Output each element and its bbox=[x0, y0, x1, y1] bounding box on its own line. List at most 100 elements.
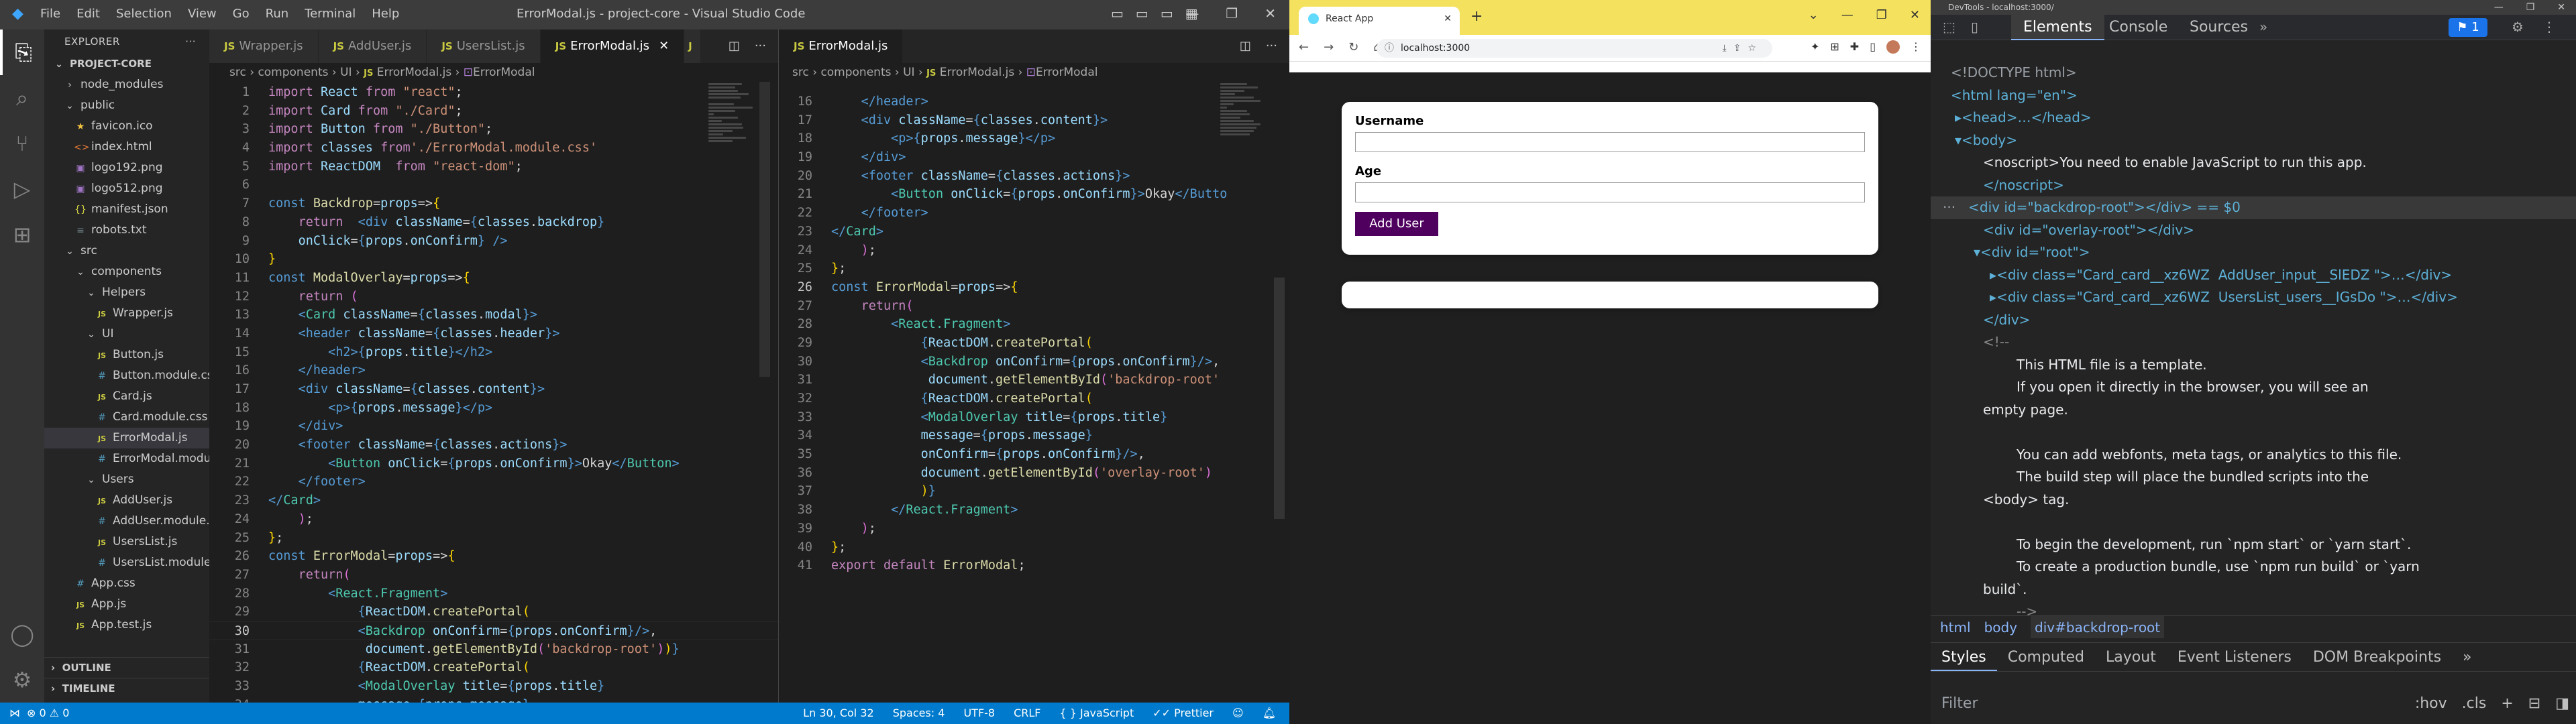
scrollbar-left[interactable] bbox=[759, 82, 770, 377]
breadcrumb-item[interactable]: ErrorModal.js bbox=[377, 66, 451, 79]
breadcrumb-item[interactable]: src bbox=[229, 66, 246, 79]
address-bar[interactable]: ⓘ localhost:3000 ⤓⇪☆ bbox=[1377, 39, 1772, 58]
extension-icon[interactable]: ⊞ bbox=[1830, 40, 1839, 54]
explorer-icon[interactable]: ⎘ bbox=[0, 29, 44, 75]
split-editor-icon[interactable]: ◫ bbox=[729, 29, 740, 63]
toggle-panel-icon[interactable]: ▭ bbox=[1136, 5, 1148, 21]
menu-view[interactable]: View bbox=[188, 7, 217, 21]
more-tabs-icon[interactable]: » bbox=[2259, 19, 2267, 35]
breadcrumb-item[interactable]: ErrorModal bbox=[1036, 66, 1097, 79]
menu-help[interactable]: Help bbox=[372, 7, 399, 21]
run-debug-icon[interactable]: ▷ bbox=[0, 166, 44, 212]
account-icon[interactable]: ◯ bbox=[0, 611, 44, 657]
tree-folder[interactable]: ⌄ components bbox=[44, 261, 209, 282]
menu-edit[interactable]: Edit bbox=[76, 7, 100, 21]
breadcrumb-item[interactable]: ErrorModal.js bbox=[940, 66, 1014, 79]
extensions-icon[interactable]: ⊞ bbox=[0, 212, 44, 257]
tree-file[interactable]: JS App.js bbox=[44, 594, 209, 615]
tree-file[interactable]: ▣ logo512.png bbox=[44, 178, 209, 199]
subtab-dom-breakpoints[interactable]: DOM Breakpoints bbox=[2302, 643, 2452, 671]
tree-file[interactable]: JS Card.js bbox=[44, 386, 209, 407]
breadcrumb-item[interactable]: components bbox=[258, 66, 328, 79]
restore-icon[interactable]: ❐ bbox=[2526, 0, 2535, 15]
tree-folder[interactable]: › node_modules bbox=[44, 74, 209, 95]
subtab-computed[interactable]: Computed bbox=[1997, 643, 2095, 671]
new-style-rule-button[interactable]: + bbox=[2501, 684, 2513, 724]
tab-adduser-js[interactable]: JS AddUser.js bbox=[318, 29, 427, 63]
end-of-line[interactable]: CRLF bbox=[1014, 703, 1040, 724]
minimize-icon[interactable]: — bbox=[2494, 0, 2504, 15]
menu-file[interactable]: File bbox=[40, 7, 60, 21]
source-control-icon[interactable]: ⑂ bbox=[0, 121, 44, 166]
cls-toggle[interactable]: .cls bbox=[2462, 684, 2487, 724]
dom-node[interactable]: <div id="overlay-root"></div> bbox=[1931, 219, 2576, 242]
menu-selection[interactable]: Selection bbox=[116, 7, 172, 21]
add-user-button[interactable]: Add User bbox=[1355, 212, 1438, 236]
styles-filter-input[interactable]: Filter bbox=[1941, 695, 1978, 712]
menu-go[interactable]: Go bbox=[233, 7, 250, 21]
more-actions-icon[interactable]: ··· bbox=[755, 29, 766, 63]
tree-file[interactable]: {} manifest.json bbox=[44, 199, 209, 220]
restore-icon[interactable]: ❐ bbox=[1876, 8, 1887, 22]
sidepanel-icon[interactable]: ▯ bbox=[1870, 40, 1876, 54]
tab-elements[interactable]: Elements bbox=[2011, 15, 2104, 40]
indentation[interactable]: Spaces: 4 bbox=[893, 703, 945, 724]
dom-node-selected[interactable]: ··· <div id="backdrop-root"></div> == $0 bbox=[1931, 196, 2576, 219]
tab-console[interactable]: Console bbox=[2097, 15, 2180, 40]
more-subtabs-icon[interactable]: » bbox=[2452, 643, 2482, 671]
tab-errormodal-js-right[interactable]: JS ErrorModal.js bbox=[779, 29, 904, 63]
notifications-bell-icon[interactable]: 🔔︎ bbox=[1263, 703, 1276, 724]
tree-file[interactable]: JS UsersList.js bbox=[44, 532, 209, 552]
subtab-event-listeners[interactable]: Event Listeners bbox=[2167, 643, 2302, 671]
tree-file[interactable]: ▣ logo192.png bbox=[44, 158, 209, 178]
dom-comment[interactable]: <!-- bbox=[1931, 331, 2576, 354]
profile-avatar[interactable] bbox=[1886, 40, 1900, 54]
subtab-layout[interactable]: Layout bbox=[2095, 643, 2167, 671]
code-editor-left[interactable]: 1 import React from "react"; 2 import Card… bbox=[209, 82, 778, 703]
inspect-element-icon[interactable]: ⬚ bbox=[1943, 19, 1955, 35]
settings-gear-icon[interactable]: ⚙ bbox=[0, 657, 44, 703]
tree-file[interactable]: JS Wrapper.js bbox=[44, 303, 209, 324]
search-icon[interactable]: ⌕ bbox=[0, 75, 44, 121]
tree-file[interactable]: ★ favicon.ico bbox=[44, 116, 209, 137]
encoding[interactable]: UTF-8 bbox=[963, 703, 995, 724]
breadcrumb-item[interactable]: UI bbox=[340, 66, 352, 79]
breadcrumb-item[interactable]: src bbox=[792, 66, 809, 79]
feedback-icon[interactable]: ☺ bbox=[1232, 703, 1244, 724]
address-bar-icons[interactable]: ⤓⇪☆ bbox=[1723, 39, 1763, 58]
remote-icon[interactable]: ⋈ bbox=[9, 703, 20, 724]
minimap-right[interactable] bbox=[1220, 82, 1281, 176]
reload-icon[interactable]: ↻ bbox=[1348, 40, 1358, 54]
more-actions-icon[interactable]: ··· bbox=[185, 29, 196, 54]
more-actions-icon[interactable]: ··· bbox=[1266, 29, 1277, 63]
tree-file[interactable]: # AddUser.module.... bbox=[44, 511, 209, 532]
tab-search-icon[interactable]: ⌄ bbox=[1809, 8, 1819, 22]
close-tab-icon[interactable]: ✕ bbox=[659, 39, 669, 53]
tree-file[interactable]: # ErrorModal.modu... bbox=[44, 448, 209, 469]
close-icon[interactable]: ✕ bbox=[2557, 0, 2565, 15]
close-icon[interactable]: ✕ bbox=[1265, 5, 1276, 21]
tree-file[interactable]: JS Button.js bbox=[44, 345, 209, 365]
toggle-secondary-sidebar-icon[interactable]: ▭ bbox=[1161, 5, 1173, 21]
extension-icon[interactable]: ✦ bbox=[1811, 40, 1819, 54]
username-input[interactable] bbox=[1355, 132, 1865, 152]
crumb-body[interactable]: body bbox=[1984, 616, 2017, 638]
scrollbar-right[interactable] bbox=[1274, 278, 1285, 519]
tree-file[interactable]: <> index.html bbox=[44, 137, 209, 158]
forward-icon[interactable]: → bbox=[1324, 40, 1334, 54]
crumb-backdrop-root[interactable]: div#backdrop-root bbox=[2031, 616, 2165, 638]
dom-node[interactable]: ▾<div id="root"> bbox=[1931, 241, 2576, 264]
back-icon[interactable]: ← bbox=[1299, 40, 1309, 54]
breadcrumb-item[interactable]: components bbox=[820, 66, 891, 79]
split-editor-icon[interactable]: ◫ bbox=[1240, 29, 1251, 63]
close-tab-icon[interactable]: ✕ bbox=[1444, 13, 1452, 24]
breadcrumb-item[interactable]: UI bbox=[903, 66, 914, 79]
tree-file[interactable]: JS ErrorModal.js bbox=[44, 428, 209, 448]
tab-wrapper-js[interactable]: JS Wrapper.js bbox=[209, 29, 319, 63]
language-mode[interactable]: { } JavaScript bbox=[1060, 703, 1134, 724]
tree-file[interactable]: # Card.module.css bbox=[44, 407, 209, 428]
browser-tab[interactable]: React App ✕ bbox=[1299, 7, 1460, 35]
menu-terminal[interactable]: Terminal bbox=[305, 7, 356, 21]
errors-indicator[interactable]: ⊗ 0 ⚠ 0 bbox=[27, 703, 69, 724]
restore-icon[interactable]: ❐ bbox=[1226, 5, 1238, 21]
